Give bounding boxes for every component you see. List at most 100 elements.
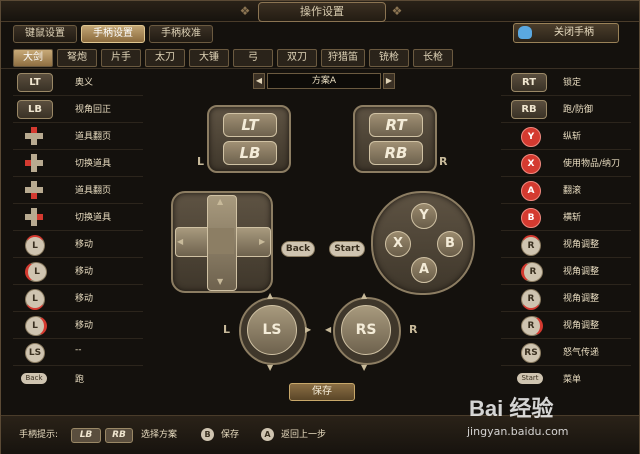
dpad-down-arrow-icon: ▼ bbox=[217, 277, 224, 286]
mapping-row-dpad-down[interactable]: 道具翻页 bbox=[13, 177, 143, 204]
weapon-tab-dual-blades[interactable]: 双刀 bbox=[277, 49, 317, 67]
a-button[interactable]: A bbox=[411, 257, 437, 283]
mapping-row-ls[interactable]: LS -- bbox=[13, 339, 143, 366]
lt-button-icon: LT bbox=[17, 73, 53, 92]
mapping-row-x[interactable]: X 使用物品/纳刀 bbox=[501, 150, 631, 177]
mapping-label: 视角回正 bbox=[75, 105, 112, 115]
mapping-row-rb[interactable]: RB 跑/防御 bbox=[501, 96, 631, 123]
mapping-row-dpad-left[interactable]: 切换道具 bbox=[13, 150, 143, 177]
mapping-row-lb[interactable]: LB 视角回正 bbox=[13, 96, 143, 123]
title-bar: ❖ 操作设置 ❖ bbox=[1, 1, 639, 22]
mapping-label: 翻滚 bbox=[563, 186, 582, 196]
ls-left-label: L bbox=[223, 323, 231, 336]
hint-a-icon: A bbox=[261, 428, 274, 441]
settings-window: ❖ 操作设置 ❖ 键鼠设置 手柄设置 手柄校准 关闭手柄 大剑 弩炮 片手 太刀… bbox=[0, 0, 640, 454]
weapon-tab-hammer[interactable]: 大锤 bbox=[189, 49, 229, 67]
face-buttons-panel: Y X B A bbox=[371, 191, 475, 295]
mapping-row-rstick-up[interactable]: R 视角调整 bbox=[501, 231, 631, 258]
back-button[interactable]: Back bbox=[281, 241, 315, 257]
mapping-label: 奥义 bbox=[75, 78, 94, 88]
mapping-label: 移动 bbox=[75, 294, 94, 304]
mapping-row-a[interactable]: A 翻滚 bbox=[501, 177, 631, 204]
weapon-tab-bow[interactable]: 弓 bbox=[233, 49, 273, 67]
watermark-logo-text: Bai 经验 bbox=[469, 396, 554, 421]
mapping-row-lstick-left[interactable]: L 移动 bbox=[13, 258, 143, 285]
mapping-row-rt[interactable]: RT 锁定 bbox=[501, 69, 631, 96]
rb-button[interactable]: RB bbox=[369, 141, 423, 165]
right-stick-down-icon: R bbox=[521, 289, 541, 310]
left-stick-left-icon: L bbox=[25, 262, 47, 282]
mapping-label: 切换道具 bbox=[75, 213, 112, 223]
dpad-left-arrow-icon: ◀ bbox=[177, 237, 184, 246]
mapping-row-lstick-right[interactable]: L 移动 bbox=[13, 312, 143, 339]
mapping-row-rstick-down[interactable]: R 视角调整 bbox=[501, 285, 631, 312]
y-button[interactable]: Y bbox=[411, 203, 437, 229]
right-stick[interactable]: RS bbox=[341, 305, 391, 355]
dpad-panel: ▲ ▼ ◀ ▶ bbox=[171, 191, 273, 293]
scheme-next-button[interactable]: ▶ bbox=[383, 73, 395, 89]
mapping-row-lt[interactable]: LT 奥义 bbox=[13, 69, 143, 96]
hint-save: 保存 bbox=[221, 430, 240, 440]
x-button-icon: X bbox=[521, 154, 541, 174]
dpad-up-icon bbox=[25, 127, 43, 145]
mapping-row-rstick-right[interactable]: R 视角调整 bbox=[501, 312, 631, 339]
left-stick[interactable]: LS bbox=[247, 305, 297, 355]
weapon-tab-lance[interactable]: 长枪 bbox=[413, 49, 453, 67]
mapping-label: 移动 bbox=[75, 267, 94, 277]
dpad-center bbox=[208, 228, 234, 254]
mapping-row-rs[interactable]: RS 怒气传递 bbox=[501, 339, 631, 366]
weapon-tab-longsword[interactable]: 太刀 bbox=[145, 49, 185, 67]
lt-button[interactable]: LT bbox=[223, 113, 277, 137]
weapon-tab-hunting-horn[interactable]: 狩猎笛 bbox=[321, 49, 365, 67]
rs-up-arrow-icon: ▲ bbox=[361, 291, 368, 300]
mapping-label: 纵斩 bbox=[563, 132, 582, 142]
left-stick-down-icon: L bbox=[25, 289, 45, 310]
save-button[interactable]: 保存 bbox=[289, 383, 355, 401]
hint-lb-icon: LB bbox=[71, 428, 101, 443]
close-gamepad-button[interactable]: 关闭手柄 bbox=[513, 23, 619, 43]
hint-back: 返回上一步 bbox=[281, 430, 327, 440]
right-stick-up-icon: R bbox=[521, 235, 541, 256]
watermark-url: jingyan.baidu.com bbox=[467, 425, 569, 438]
mapping-row-back[interactable]: Back 跑 bbox=[13, 366, 143, 392]
mapping-label: 视角调整 bbox=[563, 321, 600, 331]
mapping-row-lstick-down[interactable]: L 移动 bbox=[13, 285, 143, 312]
weapon-tab-greatsword[interactable]: 大剑 bbox=[13, 49, 53, 67]
x-button[interactable]: X bbox=[385, 231, 411, 257]
left-stick-up-icon: L bbox=[25, 235, 45, 256]
rt-button-icon: RT bbox=[511, 73, 547, 92]
mapping-label: 使用物品/纳刀 bbox=[563, 159, 621, 169]
b-button[interactable]: B bbox=[437, 231, 463, 257]
weapon-tab-gunlance[interactable]: 铳枪 bbox=[369, 49, 409, 67]
right-stick-left-icon: R bbox=[521, 262, 543, 282]
mapping-row-y[interactable]: Y 纵斩 bbox=[501, 123, 631, 150]
baidu-watermark: Bai 经验 jingyan.baidu.com bbox=[463, 387, 623, 447]
mapping-row-lstick-up[interactable]: L 移动 bbox=[13, 231, 143, 258]
mapping-row-b[interactable]: B 横斩 bbox=[501, 204, 631, 231]
tab-keyboard-mouse[interactable]: 键鼠设置 bbox=[13, 25, 77, 43]
scheme-value: 方案A bbox=[267, 73, 381, 89]
mapping-row-dpad-right[interactable]: 切换道具 bbox=[13, 204, 143, 231]
ls-down-arrow-icon: ▼ bbox=[267, 363, 274, 372]
lb-button[interactable]: LB bbox=[223, 141, 277, 165]
a-button-icon: A bbox=[521, 181, 541, 201]
tab-gamepad-settings[interactable]: 手柄设置 bbox=[81, 25, 145, 43]
weapon-tab-sword-shield[interactable]: 片手 bbox=[101, 49, 141, 67]
gamepad-icon bbox=[518, 26, 532, 39]
scheme-prev-button[interactable]: ◀ bbox=[253, 73, 265, 89]
ls-up-arrow-icon: ▲ bbox=[267, 291, 274, 300]
rt-button[interactable]: RT bbox=[369, 113, 423, 137]
title-ornament-right-icon: ❖ bbox=[391, 4, 403, 18]
left-shoulder-panel: LT LB bbox=[207, 105, 291, 173]
mapping-label: 菜单 bbox=[563, 375, 582, 385]
dpad-right-icon bbox=[25, 208, 43, 226]
mapping-label: 移动 bbox=[75, 321, 94, 331]
mapping-row-rstick-left[interactable]: R 视角调整 bbox=[501, 258, 631, 285]
left-stick-base: LS bbox=[239, 297, 307, 365]
right-side-label: R bbox=[439, 155, 448, 168]
start-button[interactable]: Start bbox=[329, 241, 365, 257]
weapon-tab-bowgun[interactable]: 弩炮 bbox=[57, 49, 97, 67]
mapping-label: 视角调整 bbox=[563, 294, 600, 304]
tab-gamepad-calibration[interactable]: 手柄校准 bbox=[149, 25, 213, 43]
mapping-row-dpad-up[interactable]: 道具翻页 bbox=[13, 123, 143, 150]
